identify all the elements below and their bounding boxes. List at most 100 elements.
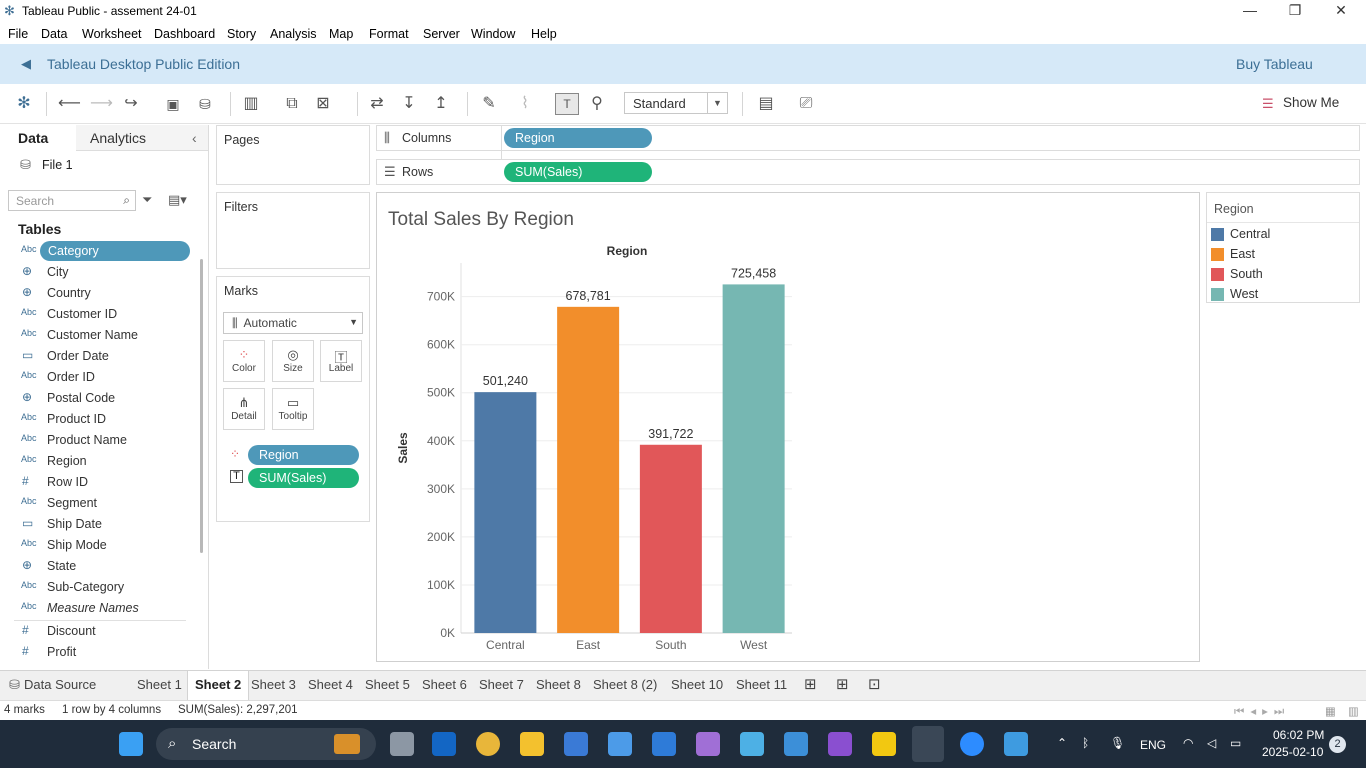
wifi-icon[interactable]: ◠	[1183, 736, 1193, 750]
label-button[interactable]: 🅃 Label	[320, 340, 362, 382]
menu-worksheet[interactable]: Worksheet	[82, 27, 142, 41]
duplicate-sheet-icon[interactable]: ⧉	[281, 95, 303, 113]
new-worksheet-icon[interactable]: ⊞	[804, 675, 817, 693]
redo-icon[interactable]: ⟶	[90, 95, 113, 113]
bluetooth-icon[interactable]: ᛒ	[1082, 736, 1089, 750]
app-icon[interactable]	[652, 732, 676, 756]
field-order-id[interactable]: Abc Order ID	[14, 367, 194, 388]
field-order-date[interactable]: ▭ Order Date	[14, 346, 194, 367]
sheet-tab-sheet-2[interactable]: Sheet 2	[187, 671, 250, 700]
filter-icon[interactable]: ⏷	[142, 192, 152, 208]
menu-data[interactable]: Data	[41, 27, 67, 41]
mark-type-select[interactable]: ⫼ Automatic ▼	[223, 312, 363, 334]
windows-start-icon[interactable]	[119, 732, 143, 756]
menu-map[interactable]: Map	[329, 27, 353, 41]
show-cards-icon[interactable]: ▤	[755, 95, 777, 113]
legend-item-south[interactable]: South	[1211, 265, 1357, 285]
clock-time[interactable]: 06:02 PM	[1273, 728, 1324, 742]
app-icon[interactable]	[696, 732, 720, 756]
field-profit[interactable]: # Profit	[14, 642, 194, 663]
sheet-tab-sheet-4[interactable]: Sheet 4	[308, 677, 353, 692]
size-button[interactable]: ◎ Size	[272, 340, 314, 382]
rows-pill-sum-sales[interactable]: SUM(Sales)	[504, 162, 652, 182]
new-dashboard-icon[interactable]: ⊞	[836, 675, 849, 693]
sheet-tab-sheet-11[interactable]: Sheet 11	[736, 677, 787, 692]
bar-west[interactable]	[722, 284, 785, 633]
pages-card[interactable]: Pages	[216, 125, 370, 185]
tooltip-button[interactable]: ▭ Tooltip	[272, 388, 314, 430]
field-region[interactable]: Abc Region	[14, 451, 194, 472]
buy-tableau-link[interactable]: Buy Tableau	[1236, 56, 1313, 72]
notification-badge[interactable]: 2	[1329, 736, 1346, 753]
chevron-up-icon[interactable]: ⌃	[1057, 736, 1067, 750]
columns-shelf[interactable]: ⫼ Columns Region	[376, 125, 1360, 151]
new-story-icon[interactable]: ⊡	[868, 675, 881, 693]
presentation-mode-icon[interactable]: ⎚	[795, 95, 817, 113]
detail-button[interactable]: ⋔ Detail	[223, 388, 265, 430]
file-explorer-icon[interactable]	[520, 732, 544, 756]
language-indicator[interactable]: ENG	[1140, 738, 1166, 752]
tableau-taskbar-icon[interactable]	[912, 726, 944, 762]
sheet-tab-sheet-3[interactable]: Sheet 3	[251, 677, 296, 692]
new-sheet-icon[interactable]: ▥	[240, 95, 262, 113]
sheet-tab-sheet-8[interactable]: Sheet 8	[536, 677, 581, 692]
field-sub-category[interactable]: Abc Sub-Category	[14, 577, 194, 598]
field-measure-names[interactable]: Abc Measure Names	[14, 598, 194, 619]
field-ship-mode[interactable]: Abc Ship Mode	[14, 535, 194, 556]
zoom-icon[interactable]	[960, 732, 984, 756]
rows-shelf[interactable]: ☰ Rows SUM(Sales)	[376, 159, 1360, 185]
field-customer-name[interactable]: Abc Customer Name	[14, 325, 194, 346]
bar-chart[interactable]: Total Sales By Region Region Sales 0K 100K 20…	[377, 193, 1199, 661]
menu-window[interactable]: Window	[471, 27, 515, 41]
menu-help[interactable]: Help	[531, 27, 557, 41]
notepad-icon[interactable]	[608, 732, 632, 756]
field-discount[interactable]: # Discount	[14, 621, 194, 642]
menu-analysis[interactable]: Analysis	[270, 27, 317, 41]
new-datasource-icon[interactable]: ⛁	[194, 95, 216, 113]
tab-analytics[interactable]: Analytics ‹	[76, 125, 208, 151]
battery-icon[interactable]: ▭	[1230, 736, 1241, 750]
task-view-icon[interactable]	[390, 732, 414, 756]
field-country[interactable]: ⊕ Country	[14, 283, 194, 304]
group-members-icon[interactable]: ⌇	[514, 95, 536, 113]
bar-east[interactable]	[557, 306, 620, 633]
marks-pill-sum-sales[interactable]: SUM(Sales)	[248, 468, 359, 488]
save-icon[interactable]: ▣	[162, 95, 184, 113]
pane-scrollbar[interactable]	[200, 259, 203, 553]
columns-pill-region[interactable]: Region	[504, 128, 652, 148]
tableau-home-icon[interactable]: ✻	[13, 95, 35, 113]
legend-item-east[interactable]: East	[1211, 245, 1357, 265]
worksheet-view[interactable]: Total Sales By Region Region Sales 0K 100K 20…	[376, 192, 1200, 662]
store-icon[interactable]	[564, 732, 588, 756]
field-postal-code[interactable]: ⊕ Postal Code	[14, 388, 194, 409]
replay-icon[interactable]: ↪	[120, 95, 142, 113]
datasource-name[interactable]: File 1	[42, 158, 73, 172]
field-category[interactable]: Abc Category	[14, 241, 194, 262]
tab-view-icon[interactable]: ▥	[1348, 704, 1359, 718]
show-me-button[interactable]: Show Me	[1283, 95, 1339, 110]
sheet-nav-arrows-icon[interactable]: ⏮◂▸⏭	[1234, 704, 1290, 719]
bar-central[interactable]	[474, 392, 537, 633]
fit-selector[interactable]: Standard ▼	[624, 92, 728, 114]
chrome-icon[interactable]	[476, 732, 500, 756]
menu-server[interactable]: Server	[423, 27, 460, 41]
sheet-tab-sheet-8-2[interactable]: Sheet 8 (2)	[593, 677, 657, 692]
field-product-name[interactable]: Abc Product Name	[14, 430, 194, 451]
fix-axes-icon[interactable]: ⚲	[586, 95, 608, 113]
clock-date[interactable]: 2025-02-10	[1262, 745, 1323, 759]
undo-icon[interactable]: ⟵	[58, 95, 81, 113]
sort-ascending-icon[interactable]: ↧	[398, 95, 420, 113]
field-segment[interactable]: Abc Segment	[14, 493, 194, 514]
minimize-button[interactable]: —	[1235, 2, 1265, 18]
view-options-icon[interactable]: ▤▾	[168, 192, 187, 208]
sheet-sorter-icon[interactable]: ▦	[1325, 704, 1336, 718]
menu-story[interactable]: Story	[227, 27, 256, 41]
field-state[interactable]: ⊕ State	[14, 556, 194, 577]
legend-item-west[interactable]: West	[1211, 285, 1357, 305]
sheet-tab-sheet-10[interactable]: Sheet 10	[671, 677, 723, 692]
swap-rows-columns-icon[interactable]: ⇄	[366, 95, 388, 113]
field-ship-date[interactable]: ▭ Ship Date	[14, 514, 194, 535]
menu-file[interactable]: File	[8, 27, 28, 41]
app-icon[interactable]	[784, 732, 808, 756]
volume-icon[interactable]: ◁	[1207, 736, 1216, 750]
